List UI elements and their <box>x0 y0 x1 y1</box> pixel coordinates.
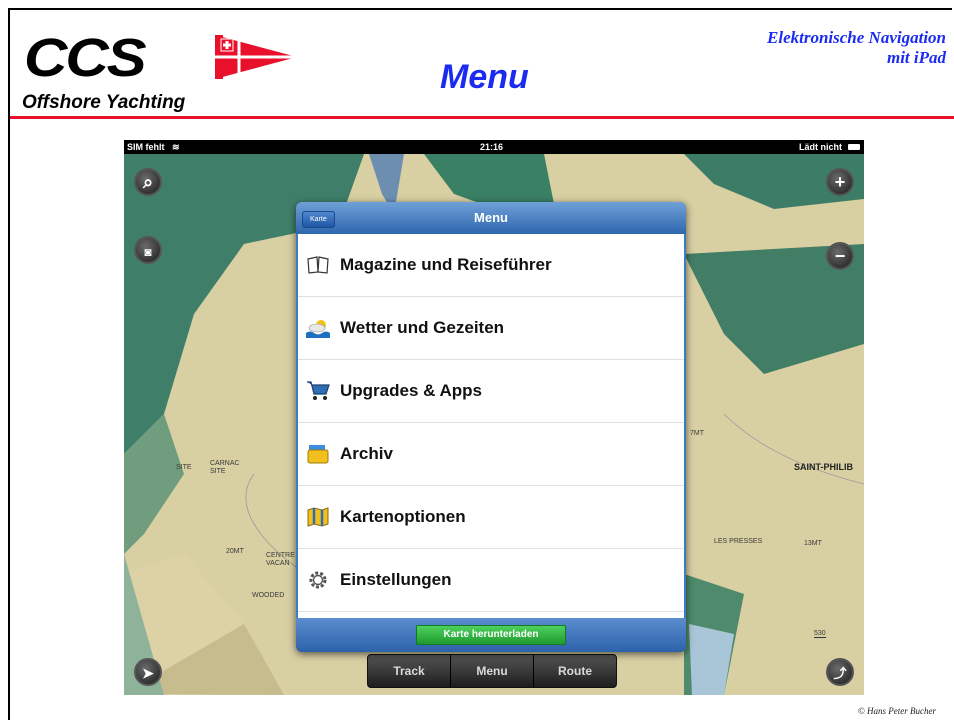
search-button[interactable]: ⌕ <box>134 168 162 196</box>
carrier-status: SIM fehlt <box>127 142 165 152</box>
menu-item-weather[interactable]: Wetter und Gezeiten <box>298 297 684 360</box>
route-button[interactable]: ⤴ <box>826 658 854 686</box>
tab-menu[interactable]: Menu <box>451 655 534 687</box>
search-icon: ⌕ <box>142 172 154 192</box>
popover-header: Menu Karte <box>296 202 686 234</box>
battery-status: Lädt nicht <box>799 142 842 152</box>
clock: 21:16 <box>480 142 504 152</box>
menu-item-label: Magazine und Reiseführer <box>340 255 552 274</box>
route-icon: ⤴ <box>833 666 847 681</box>
subtitle-line-1: Elektronische Navigation <box>767 28 946 47</box>
weather-icon <box>306 316 330 340</box>
zoom-out-button[interactable]: − <box>826 242 854 270</box>
slide-header: CCS Offshore Yachting Menu Elektronische… <box>10 10 952 120</box>
copyright-credit: © Hans Peter Bucher <box>857 706 936 716</box>
menu-list: Magazine und Reiseführer Wetter und Geze… <box>298 234 684 618</box>
menu-item-label: Archiv <box>340 444 393 463</box>
map-label: VACAN <box>266 560 290 567</box>
popover-title: Menu <box>474 210 508 225</box>
folder-icon <box>306 442 330 466</box>
menu-item-label: Wetter und Gezeiten <box>340 318 505 337</box>
menu-item-label: Einstellungen <box>340 570 452 589</box>
menu-item-label: Upgrades & Apps <box>340 381 483 400</box>
menu-item-archiv[interactable]: Archiv <box>298 423 684 486</box>
map-label: SITE <box>210 468 226 475</box>
map-label: 13MT <box>804 540 822 547</box>
header-divider <box>10 116 954 119</box>
map-label: 20MT <box>226 548 244 555</box>
locate-icon: ➤ <box>142 665 154 681</box>
menu-item-label: Kartenoptionen <box>340 507 466 526</box>
map-label: CENTRE <box>266 552 295 559</box>
logo-flag-icon <box>215 35 297 79</box>
battery-icon <box>848 144 860 150</box>
tab-route[interactable]: Route <box>534 655 616 687</box>
zoom-out-icon: − <box>834 246 846 266</box>
logo-subtitle: Offshore Yachting <box>22 92 186 113</box>
download-chart-button[interactable]: Karte herunterladen <box>416 625 566 645</box>
map-label: SAINT-PHILIB <box>794 462 854 472</box>
wifi-icon: ≋ <box>172 142 180 152</box>
menu-popover: Menu Karte Magazine und Reiseführer Wett… <box>296 202 686 652</box>
bottom-toolbar: Track Menu Route <box>367 654 617 688</box>
page-title: Menu <box>440 58 529 96</box>
menu-item-kartenoptionen[interactable]: Kartenoptionen <box>298 486 684 549</box>
map-label: CARNAC <box>210 460 240 467</box>
ipad-screenshot: SIM fehlt ≋ 21:16 Lädt nicht SITE CARNAC… <box>124 140 864 695</box>
popover-footer: Karte herunterladen <box>296 618 686 652</box>
menu-item-upgrades[interactable]: Upgrades & Apps <box>298 360 684 423</box>
camera-icon: ◙ <box>144 245 152 259</box>
logo-text: CCS <box>24 27 147 88</box>
menu-item-einstellungen[interactable]: Einstellungen <box>298 549 684 612</box>
locate-button[interactable]: ➤ <box>134 658 162 686</box>
map-icon <box>306 505 330 529</box>
tab-track[interactable]: Track <box>368 655 451 687</box>
scale-bar: 530 <box>814 630 826 638</box>
map-label: 7MT <box>690 430 704 437</box>
menu-item-magazine[interactable]: Magazine und Reiseführer <box>298 234 684 297</box>
zoom-in-icon: + <box>834 172 846 192</box>
gear-icon <box>306 568 330 592</box>
map-label: LES PRESSES <box>714 538 763 545</box>
camera-button[interactable]: ◙ <box>134 236 162 264</box>
book-icon <box>306 253 330 277</box>
slide-subtitle: Elektronische Navigation mit iPad <box>767 28 946 68</box>
status-bar: SIM fehlt ≋ 21:16 Lädt nicht <box>124 140 864 154</box>
map-label: SITE <box>176 464 192 471</box>
back-button[interactable]: Karte <box>302 211 335 228</box>
map-label: WOODED <box>252 592 285 599</box>
subtitle-line-2: mit iPad <box>886 48 946 67</box>
cart-icon <box>306 379 330 403</box>
zoom-in-button[interactable]: + <box>826 168 854 196</box>
